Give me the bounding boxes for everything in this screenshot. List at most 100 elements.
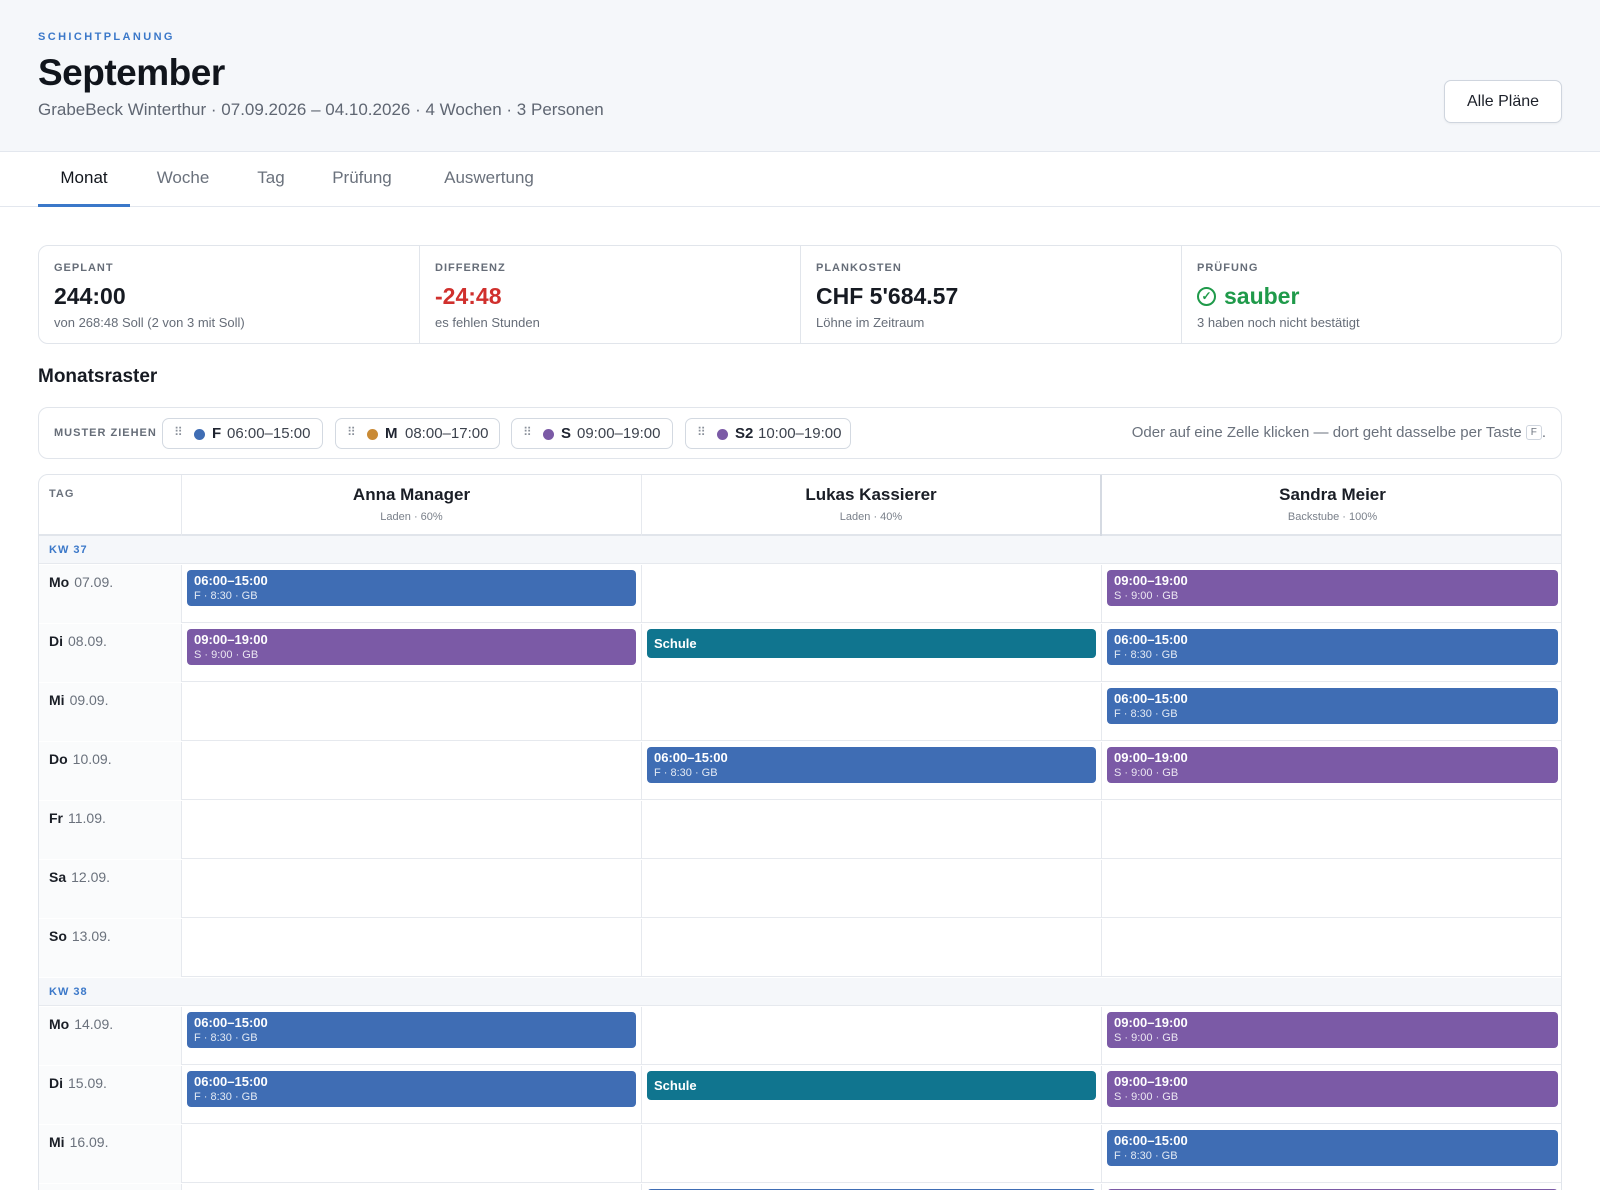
shift-time: 09:00–19:00: [1114, 1015, 1188, 1030]
person-header[interactable]: Lukas Kassierer Laden · 40%: [642, 475, 1102, 536]
day-label-cell: Fr 11.09.: [39, 801, 182, 859]
schedule-cell[interactable]: 09:00–19:00S · 9:00 · GB: [1102, 1007, 1561, 1065]
stat-geplant: GEPLANT 244:00 von 268:48 Soll (2 von 3 …: [39, 246, 420, 343]
person-name: Sandra Meier: [1279, 485, 1386, 504]
drag-handle-icon[interactable]: ⠿: [174, 425, 183, 439]
schedule-cell[interactable]: 09:00–19:00S · 9:00 · GB: [182, 624, 642, 682]
stat-note: von 268:48 Soll (2 von 3 mit Soll): [54, 315, 245, 330]
tab-auswertung[interactable]: Auswertung: [424, 152, 554, 207]
shift-detail: F · 8:30 · GB: [194, 1032, 258, 1044]
shift-block[interactable]: 06:00–15:00 F · 8:30 · GB: [187, 1012, 636, 1048]
day-label: Mo 07.09.: [49, 574, 113, 590]
schedule-cell[interactable]: 06:00–15:00F · 8:30 · GB: [1102, 624, 1561, 682]
stat-differenz: DIFFERENZ -24:48 es fehlen Stunden: [420, 246, 801, 343]
day-row: Mo 07.09. 06:00–15:00 F · 8:30 · GB 09:00–19…: [39, 565, 1561, 623]
week-row: KW 38: [39, 978, 1561, 1006]
day-label-cell: Mi 09.09.: [39, 683, 182, 741]
day-row: Sa 12.09.: [39, 860, 1561, 918]
weekday: Di: [49, 633, 63, 649]
schedule-cell[interactable]: [182, 919, 642, 977]
schedule-cell[interactable]: [642, 1125, 1102, 1183]
day-label-cell: Do17.09.: [39, 1184, 182, 1190]
drag-handle-icon[interactable]: ⠿: [523, 425, 532, 439]
weekday: Sa: [49, 869, 67, 885]
shift-block[interactable]: 06:00–15:00 F · 8:30 · GB: [1107, 688, 1558, 724]
shift-block[interactable]: 09:00–19:00 S · 9:00 · GB: [1107, 570, 1558, 606]
schedule-cell[interactable]: 06:00–15:00F · 8:30 · GB: [182, 565, 642, 623]
schedule-cell[interactable]: Schule: [642, 624, 1102, 682]
shift-time: 06:00–15:00: [1114, 691, 1188, 706]
schedule-cell[interactable]: 06:00–15:00F · 8:30 · GB: [642, 742, 1102, 800]
stat-label: GEPLANT: [54, 262, 114, 274]
schedule-cell[interactable]: 06:00–15:00F · 8:30 · GB: [1102, 1125, 1561, 1183]
day-label-cell: Do 10.09.: [39, 742, 182, 800]
check-circle-icon: ✓: [1197, 287, 1216, 306]
drag-handle-icon[interactable]: ⠿: [697, 425, 706, 439]
absence-block[interactable]: Schule: [647, 1071, 1096, 1100]
schedule-cell[interactable]: 09:00–19:00S · 9:00 · GB: [1102, 1066, 1561, 1124]
pattern-chip-m[interactable]: ⠿ M 08:00–17:00: [335, 418, 500, 449]
schedule-cell[interactable]: 06:00–15:00F · 8:30 · GB: [182, 1066, 642, 1124]
day-date: 11.09.: [68, 810, 106, 826]
schedule-cell[interactable]: [642, 919, 1102, 977]
day-date: 13.09.: [71, 928, 111, 944]
person-header[interactable]: Sandra Meier Backstube · 100%: [1102, 475, 1561, 536]
schedule-cell[interactable]: [182, 1125, 642, 1183]
schedule-cell[interactable]: [1102, 801, 1561, 859]
drag-handle-icon[interactable]: ⠿: [347, 425, 356, 439]
schedule-cell[interactable]: [182, 742, 642, 800]
absence-label: Schule: [654, 636, 697, 651]
pattern-chip-s[interactable]: ⠿ S 09:00–19:00: [511, 418, 673, 449]
schedule-cell[interactable]: 06:00–15:00F · 8:30 · GB: [1102, 683, 1561, 741]
shift-block[interactable]: 06:00–15:00 F · 8:30 · GB: [187, 1071, 636, 1107]
person-header[interactable]: Anna Manager Laden · 60%: [182, 475, 642, 536]
schedule-cell[interactable]: 09:00–19:00S · 9:00 · GB: [1102, 1184, 1561, 1190]
all-plans-button[interactable]: Alle Pläne: [1444, 80, 1562, 123]
shift-block[interactable]: 06:00–15:00 F · 8:30 · GB: [1107, 1130, 1558, 1166]
pattern-chip-f[interactable]: ⠿ F 06:00–15:00: [162, 418, 323, 449]
shift-block[interactable]: 06:00–15:00 F · 8:30 · GB: [187, 570, 636, 606]
absence-block[interactable]: Schule: [647, 629, 1096, 658]
day-label: Di 08.09.: [49, 633, 107, 649]
schedule-cell[interactable]: [642, 565, 1102, 623]
schedule-cell[interactable]: [642, 801, 1102, 859]
schedule-cell[interactable]: Schule: [642, 1066, 1102, 1124]
schedule-cell[interactable]: [642, 683, 1102, 741]
day-date: 12.09.: [71, 869, 111, 885]
stat-value: -24:48: [435, 283, 502, 309]
shift-time: 06:00–15:00: [194, 1074, 268, 1089]
shift-block[interactable]: 09:00–19:00 S · 9:00 · GB: [1107, 1012, 1558, 1048]
pattern-chip-s2[interactable]: ⠿ S2 10:00–19:00: [685, 418, 851, 449]
person-meta: Laden · 40%: [839, 511, 903, 523]
section-title: Monatsraster: [38, 366, 158, 387]
day-label: Mo 14.09.: [49, 1016, 113, 1032]
tab-monat[interactable]: Monat: [38, 152, 130, 207]
schedule-cell[interactable]: 09:00–19:00S · 9:00 · GB: [1102, 742, 1561, 800]
week-label: KW 37: [49, 544, 88, 556]
weekday: Mi: [49, 1134, 65, 1150]
pattern-code: F: [212, 425, 222, 442]
schedule-cell[interactable]: [1102, 860, 1561, 918]
schedule-cell[interactable]: [182, 860, 642, 918]
day-label: Mi 16.09.: [49, 1134, 109, 1150]
shift-block[interactable]: 06:00–15:00 F · 8:30 · GB: [1107, 629, 1558, 665]
schedule-cell[interactable]: 06:00–15:00F · 8:30 · GB: [182, 1007, 642, 1065]
schedule-cell[interactable]: [642, 1007, 1102, 1065]
schedule-cell[interactable]: [1102, 919, 1561, 977]
schedule-cell[interactable]: [642, 860, 1102, 918]
tab-woche[interactable]: Woche: [140, 152, 226, 207]
pattern-code: S: [561, 425, 572, 442]
schedule-cell[interactable]: [182, 683, 642, 741]
schedule-cell[interactable]: 09:00–19:00S · 9:00 · GB: [1102, 565, 1561, 623]
day-label-cell: So 13.09.: [39, 919, 182, 977]
schedule-cell[interactable]: [182, 801, 642, 859]
shift-block[interactable]: 06:00–15:00 F · 8:30 · GB: [647, 747, 1096, 783]
day-row: Di 08.09. 09:00–19:00 S · 9:00 · GB Schule 06…: [39, 624, 1561, 682]
shift-block[interactable]: 09:00–19:00 S · 9:00 · GB: [1107, 747, 1558, 783]
shift-block[interactable]: 09:00–19:00 S · 9:00 · GB: [1107, 1071, 1558, 1107]
schedule-cell[interactable]: [182, 1184, 642, 1190]
schedule-cell[interactable]: 06:00–15:00F · 8:30 · GB: [642, 1184, 1102, 1190]
shift-block[interactable]: 09:00–19:00 S · 9:00 · GB: [187, 629, 636, 665]
tab-pruefung[interactable]: Prüfung: [316, 152, 408, 207]
tab-tag[interactable]: Tag: [240, 152, 302, 207]
